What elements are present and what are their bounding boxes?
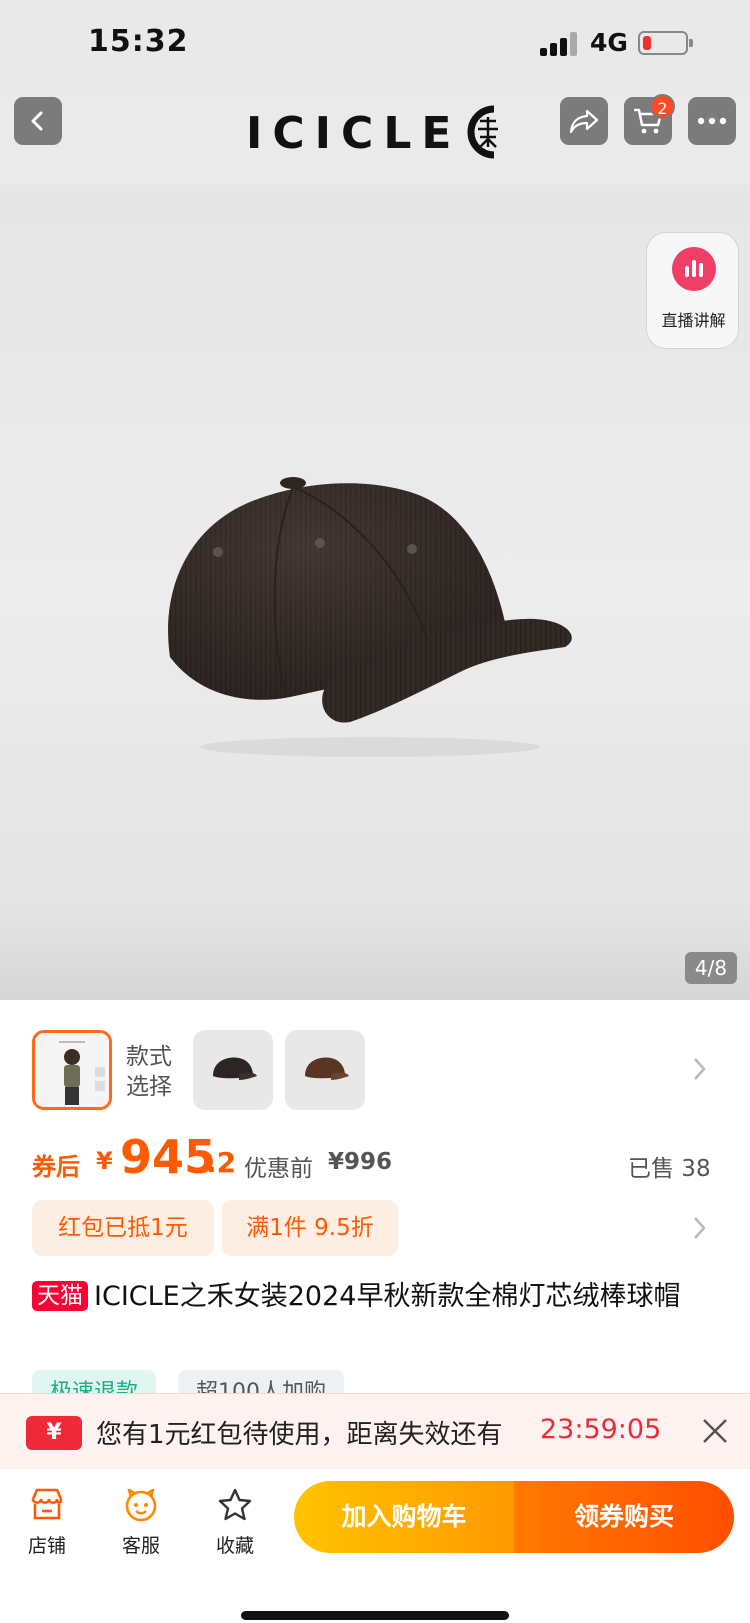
promo-redpacket[interactable]: 红包已抵1元 xyxy=(32,1200,214,1256)
customer-service-icon xyxy=(125,1488,157,1522)
coupon-price-label: 券后 xyxy=(32,1153,80,1181)
product-image xyxy=(168,477,572,757)
share-icon xyxy=(569,109,599,134)
signal-icon xyxy=(540,32,580,56)
product-header: ICICLE 2 xyxy=(0,90,750,185)
style-selector[interactable]: 款式选择 xyxy=(0,1030,750,1112)
network-type: 4G xyxy=(590,28,628,57)
original-price: ¥996 xyxy=(328,1149,393,1175)
chevron-left-icon xyxy=(31,111,43,131)
style-select-label: 款式选择 xyxy=(126,1044,172,1100)
tmall-badge: 天猫 xyxy=(32,1281,88,1311)
price-row: 券后 ¥ 945 .2 优惠前 ¥996 已售 38 xyxy=(0,1125,750,1185)
live-icon xyxy=(672,247,716,291)
style-thumb-dark[interactable] xyxy=(193,1030,273,1110)
price-decimal: .2 xyxy=(206,1146,237,1179)
redpacket-banner[interactable]: ¥ 您有1元红包待使用，距离失效还有 23:59:05 xyxy=(0,1393,750,1469)
price-integer: 945 xyxy=(120,1130,217,1184)
back-button[interactable] xyxy=(14,97,62,145)
price-currency: ¥ xyxy=(96,1147,113,1175)
image-counter: 4/8 xyxy=(685,952,737,984)
store-icon xyxy=(31,1488,63,1520)
close-icon[interactable] xyxy=(700,1416,730,1446)
more-button[interactable] xyxy=(688,97,736,145)
shop-label: 店铺 xyxy=(27,1535,66,1557)
product-title: 天猫 ICICLE之禾女装2024早秋新款全棉灯芯绒棒球帽 xyxy=(32,1278,722,1316)
status-bar: 15:32 4G xyxy=(0,0,750,90)
product-title-text: ICICLE之禾女装2024早秋新款全棉灯芯绒棒球帽 xyxy=(94,1281,681,1312)
brand-logo: ICICLE xyxy=(246,108,462,159)
style-thumb-brown[interactable] xyxy=(285,1030,365,1110)
original-price-label: 优惠前 xyxy=(244,1156,313,1182)
banner-timer: 23:59:05 xyxy=(540,1414,662,1445)
sold-count: 已售 38 xyxy=(628,1156,711,1182)
share-button[interactable] xyxy=(560,97,608,145)
service-label: 客服 xyxy=(121,1535,160,1557)
favorite-button[interactable]: 收藏 xyxy=(200,1479,270,1559)
brand-mark-icon xyxy=(467,105,498,159)
promo-discount[interactable]: 满1件 9.5折 xyxy=(222,1200,398,1256)
cart-badge: 2 xyxy=(650,94,675,119)
favorite-label: 收藏 xyxy=(215,1535,254,1557)
more-icon xyxy=(697,117,727,125)
customer-service-button[interactable]: 客服 xyxy=(106,1479,176,1559)
bottom-action-bar: 店铺 客服 收藏 加入购物车 领券购买 xyxy=(0,1469,750,1623)
live-label: 直播讲解 xyxy=(661,311,726,330)
star-icon xyxy=(218,1488,252,1521)
live-explain-button[interactable]: 直播讲解 xyxy=(646,232,739,349)
battery-icon xyxy=(638,31,693,55)
banner-text: 您有1元红包待使用，距离失效还有 xyxy=(96,1420,503,1450)
product-gallery[interactable]: 直播讲解 4/8 xyxy=(0,185,750,1000)
status-time: 15:32 xyxy=(88,24,189,59)
buy-button[interactable]: 领券购买 xyxy=(514,1481,734,1553)
add-to-cart-button[interactable]: 加入购物车 xyxy=(294,1481,514,1553)
promotions-row[interactable]: 红包已抵1元 满1件 9.5折 xyxy=(0,1200,750,1256)
chevron-right-icon[interactable] xyxy=(692,1215,708,1241)
chevron-right-icon[interactable] xyxy=(692,1056,708,1082)
shop-button[interactable]: 店铺 xyxy=(12,1479,82,1559)
style-thumb-model[interactable] xyxy=(32,1030,112,1110)
home-indicator xyxy=(241,1611,509,1620)
redpacket-icon: ¥ xyxy=(26,1416,82,1450)
